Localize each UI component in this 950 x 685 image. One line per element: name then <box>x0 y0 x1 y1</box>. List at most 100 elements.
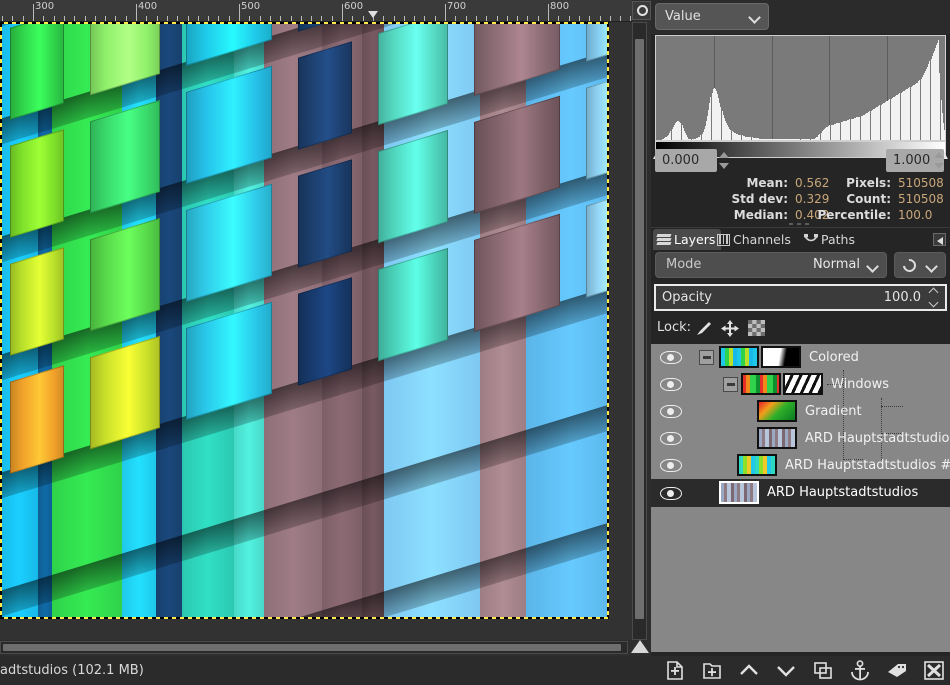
layer-row[interactable]: ARD Hauptstadtstudios <box>651 479 950 507</box>
tab-channels[interactable]: Channels <box>713 229 797 250</box>
canvas-area[interactable] <box>0 22 632 640</box>
tab-paths[interactable]: Paths <box>800 229 861 250</box>
ruler-tick <box>517 16 518 21</box>
ruler-tick <box>476 16 477 21</box>
ruler-tick <box>332 16 333 21</box>
stat-label-stddev: Std dev: <box>703 192 788 206</box>
layer-name: ARD Hauptstadtstudios #1 <box>785 458 950 473</box>
opacity-value: 100.0 <box>884 290 921 305</box>
switch-mode-group-button[interactable] <box>894 252 946 278</box>
ruler-tick <box>23 16 24 21</box>
layer-visibility-toggle[interactable] <box>660 405 682 418</box>
layer-row[interactable]: Colored <box>651 344 950 371</box>
histogram-channel-select[interactable]: Value <box>655 3 769 30</box>
dock-resize-grip[interactable] <box>787 222 813 226</box>
layer-visibility-toggle[interactable] <box>660 459 682 472</box>
layer-mode-value: Normal <box>813 257 860 272</box>
channels-icon <box>717 234 730 246</box>
gimp-window: 300400500600700800 adtstudios (102.1 MB)… <box>0 0 950 685</box>
ruler-tick <box>610 16 611 21</box>
horizontal-scrollbar[interactable] <box>0 641 628 654</box>
stepper-up-icon[interactable] <box>719 152 729 158</box>
lower-layer-button[interactable] <box>775 660 797 681</box>
layer-thumbnail[interactable] <box>719 346 759 368</box>
ruler-tick <box>424 16 425 21</box>
layer-mask-thumbnail[interactable] <box>761 346 801 368</box>
layer-visibility-toggle[interactable] <box>660 432 682 445</box>
new-layer-group-button[interactable] <box>701 660 723 681</box>
layer-row[interactable]: ARD Hauptstadtstudios #1 <box>651 452 950 479</box>
delete-layer-button[interactable] <box>923 660 945 681</box>
opacity-stepper[interactable] <box>927 287 943 308</box>
panel-menu-button[interactable] <box>933 233 946 246</box>
minus-icon <box>703 356 711 359</box>
range-high-stepper[interactable] <box>932 149 945 172</box>
vertical-scrollbar[interactable] <box>632 22 647 640</box>
navigate-image-display-button[interactable] <box>632 1 651 20</box>
status-bar: adtstudios (102.1 MB) <box>0 656 651 685</box>
stepper-down-icon[interactable] <box>719 163 729 169</box>
ruler-tick <box>507 16 508 21</box>
quick-mask-corner-icon[interactable] <box>631 640 649 653</box>
ruler-tick <box>600 16 601 21</box>
window-pane <box>10 247 64 356</box>
lock-position-icon[interactable] <box>721 320 739 337</box>
tab-channels-label: Channels <box>733 232 791 247</box>
raise-layer-button[interactable] <box>738 660 760 681</box>
histogram-statistics: Mean: 0.562 Std dev: 0.329 Median: 0.402… <box>651 175 950 227</box>
layer-name: Gradient <box>805 404 862 419</box>
stepper-up-icon[interactable] <box>934 152 944 158</box>
layer-thumbnail[interactable] <box>737 454 777 476</box>
ruler-label: 400 <box>136 1 157 12</box>
new-layer-button[interactable] <box>664 660 686 681</box>
ruler-position-marker <box>368 11 378 18</box>
ruler-tick <box>43 16 44 21</box>
layer-thumbnail[interactable] <box>757 400 797 422</box>
layer-thumbnail[interactable] <box>719 481 759 504</box>
ruler-tick <box>249 16 250 21</box>
merge-down-button[interactable] <box>886 660 908 681</box>
layer-list[interactable]: Colored Windows Gradient ARD Hauptstadtstud… <box>651 344 950 652</box>
ruler-tick <box>280 16 281 21</box>
window-pane <box>586 71 609 180</box>
ruler-tick <box>74 16 75 21</box>
layer-visibility-toggle[interactable] <box>660 378 682 391</box>
layer-group-expander[interactable] <box>723 377 738 392</box>
dock-separator <box>651 227 950 228</box>
layer-opacity-slider[interactable]: Opacity 100.0 <box>654 284 947 311</box>
triangle-left-icon <box>937 237 943 245</box>
duplicate-layer-button[interactable] <box>812 660 834 681</box>
opacity-label: Opacity <box>662 290 712 305</box>
layer-mode-row: Mode Normal <box>651 250 950 280</box>
layer-group-expander[interactable] <box>699 350 714 365</box>
lock-alpha-icon[interactable] <box>748 320 766 337</box>
anchor-layer-button[interactable] <box>849 660 871 681</box>
layer-visibility-toggle[interactable] <box>660 351 682 364</box>
lock-pixels-icon[interactable] <box>695 320 713 337</box>
layer-thumbnail[interactable] <box>757 427 797 449</box>
layer-mask-thumbnail[interactable] <box>783 373 823 395</box>
horizontal-ruler[interactable]: 300400500600700800 <box>0 0 632 22</box>
range-low-stepper[interactable] <box>717 149 730 172</box>
layer-name: Windows <box>831 377 889 392</box>
ruler-label: 700 <box>445 1 466 12</box>
range-low-input[interactable]: 0.000 <box>655 149 717 172</box>
image-canvas[interactable] <box>0 22 609 619</box>
stepper-down-icon[interactable] <box>934 163 944 169</box>
layer-name: ARD Hauptstadtstudios #2 <box>805 431 950 446</box>
layer-row[interactable]: ARD Hauptstadtstudios #2 <box>651 425 950 452</box>
vertical-scrollbar-thumb[interactable] <box>635 39 644 619</box>
layers-icon <box>657 233 671 246</box>
tab-layers[interactable]: Layers <box>653 229 721 250</box>
stepper-down-icon[interactable] <box>929 298 939 308</box>
chevron-down-icon <box>925 260 938 273</box>
layer-row[interactable]: Windows <box>651 371 950 398</box>
ruler-tick <box>198 16 199 21</box>
layer-visibility-toggle[interactable] <box>660 487 682 500</box>
layer-row[interactable]: Gradient <box>651 398 950 425</box>
histogram-plot[interactable] <box>655 35 946 141</box>
layer-thumbnail[interactable] <box>741 373 781 395</box>
layer-mode-select[interactable]: Mode Normal <box>655 252 887 278</box>
stepper-up-icon[interactable] <box>929 288 939 298</box>
horizontal-scrollbar-thumb[interactable] <box>3 644 621 651</box>
